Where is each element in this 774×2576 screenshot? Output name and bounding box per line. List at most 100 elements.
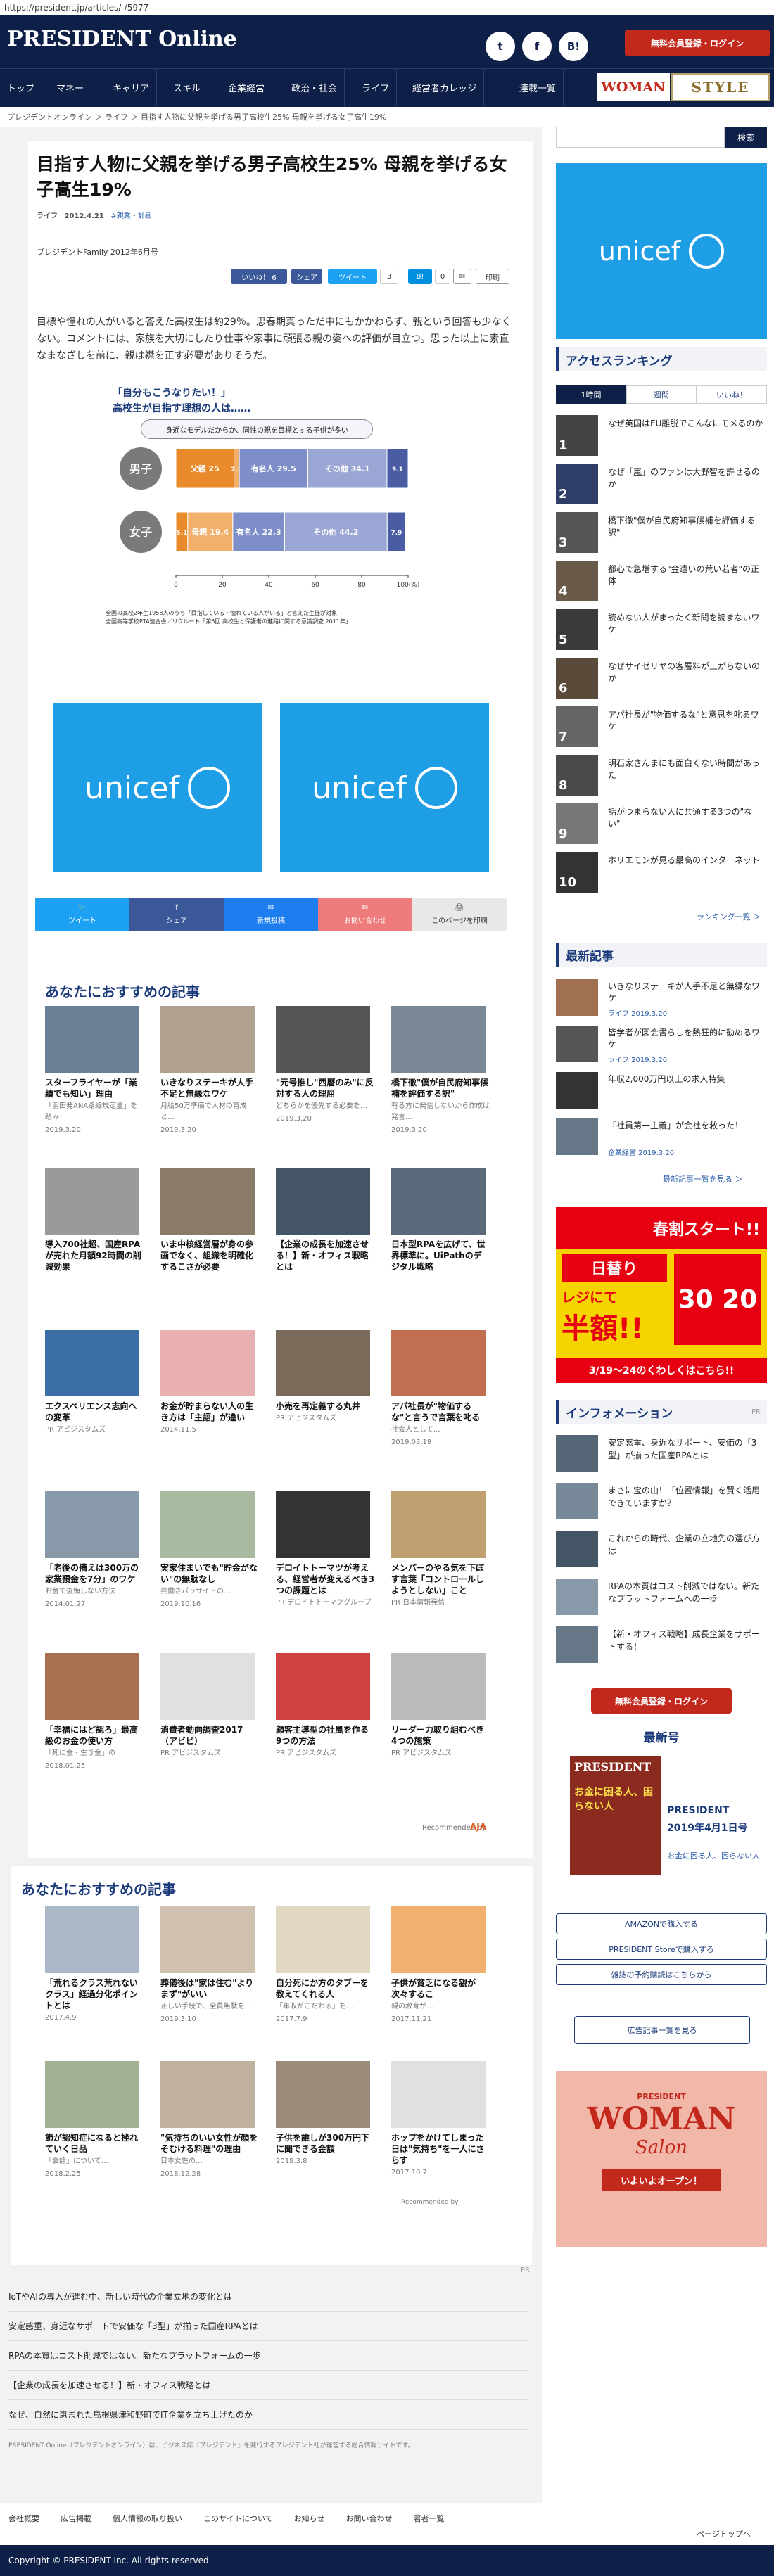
recommend-card[interactable]: 小売を再定義する丸井 PR アビジスタムズ: [276, 1330, 374, 1426]
url-bar[interactable]: https://president.jp/articles/-/5977: [0, 0, 774, 15]
recommend-card[interactable]: 子供を誰しが300万円下に聞できる金額 2018.3.8: [276, 2061, 374, 2167]
recommend-card[interactable]: 「幸福にはど認ろ」最高級のお金の使い方 「死に金・生き金」の 2018.01.25: [45, 1653, 144, 1772]
nav-item-skill[interactable]: スキル: [166, 68, 209, 107]
ranking-title[interactable]: 読めない人がまったく新聞を読まないワケ: [608, 612, 764, 636]
print-button[interactable]: 印刷: [476, 269, 509, 284]
recommend-card[interactable]: スターフライヤーが「業績でも知い」理由 「羽田発ANA路線規定量」を踏み 2019.…: [45, 1006, 144, 1136]
unicef-ad-1[interactable]: unicef: [53, 703, 262, 872]
card-title[interactable]: 日本型RPAを広げて、世界標準に。UiPathのデジタル戦略: [391, 1239, 490, 1273]
card-thumbnail[interactable]: [45, 2061, 139, 2128]
card-title[interactable]: アパ社長が"物価するな"と言うで言葉を叱る: [391, 1401, 490, 1423]
info-thumbnail[interactable]: [556, 1626, 598, 1663]
recommend-card[interactable]: 顧客主導型の社風を作る9つの方法 PR アビジスタムズ: [276, 1653, 374, 1761]
card-title[interactable]: 「荒れるクラス荒れないクラス」経過分化ポイントとは: [45, 1977, 144, 2011]
recommend-card[interactable]: 「老後の備えは300万の家業預金を7分」のワケ お金で後悔しない方法 2014.01…: [45, 1491, 144, 1610]
recommend-card[interactable]: 飾が認知症になると挫れていく日品 「会話」について… 2018.2.25: [45, 2061, 144, 2180]
recommend-card[interactable]: 導入700社超、国産RPAが売れた月額92時間の削減効果: [45, 1168, 144, 1274]
recommend-card[interactable]: デロイトトーマツが考える、経営者が変えるべき3つの課題とは PR デロイトトーマツ…: [276, 1491, 374, 1610]
card-title[interactable]: リーダー力取り組むべき4つの施策: [391, 1724, 490, 1747]
card-thumbnail[interactable]: [160, 1006, 255, 1073]
card-thumbnail[interactable]: [391, 2061, 486, 2128]
recommend-card[interactable]: お金が貯まらない人の生き方は「主語」が違い 2014.11.5: [160, 1330, 259, 1436]
nav-item-career[interactable]: キャリア: [106, 68, 158, 107]
card-thumbnail[interactable]: [45, 1006, 139, 1073]
hatena-button[interactable]: B!: [408, 269, 432, 284]
subscribe-button[interactable]: 雑誌の予約購読はこちらから: [556, 1964, 767, 1985]
card-thumbnail[interactable]: [276, 1330, 370, 1396]
unicef-ad-2[interactable]: unicef: [280, 703, 489, 872]
recommend-card[interactable]: 葬儀後は"家は住む"よりまず"がいい 正しい手続で、全員無駄を… 2019.3.10: [160, 1906, 259, 2025]
nav-item-top[interactable]: トップ: [0, 68, 43, 107]
new-article-title[interactable]: 「社員第一主義」が会社を救った！: [608, 1120, 764, 1132]
footer-nav-privacy[interactable]: 個人情報の取り扱い: [113, 2513, 182, 2524]
recommend-card[interactable]: "元号推し"西暦のみ"に反対する人の理屈 どちらかを優先する必要を… 2019.3.…: [276, 1006, 374, 1125]
ranking-title[interactable]: なぜ英国はEU離脱でこんなにモメるのか: [608, 418, 764, 430]
card-thumbnail[interactable]: [160, 1653, 255, 1720]
card-title[interactable]: 顧客主導型の社風を作る9つの方法: [276, 1724, 374, 1747]
ranking-item[interactable]: 10 ホリエモンが見る最高のインターネット: [556, 852, 767, 895]
card-thumbnail[interactable]: [276, 1491, 370, 1558]
ranking-item[interactable]: 1 なぜ英国はEU離脱でこんなにモメるのか: [556, 415, 767, 459]
nav-item-management[interactable]: 企業経営: [221, 68, 273, 107]
share-facebook-button[interactable]: f シェア: [129, 898, 224, 931]
site-logo[interactable]: PRESIDENT Online: [7, 27, 237, 51]
info-title[interactable]: まさに宝の山！「位置情報」を賢く活用できていますか？: [608, 1484, 764, 1510]
ranking-item[interactable]: 3 橋下徹"僕が自民府知事候補を評価する訳": [556, 512, 767, 556]
card-title[interactable]: お金が貯まらない人の生き方は「主語」が違い: [160, 1401, 259, 1423]
card-title[interactable]: 子供が貧乏になる親が次々するこ: [391, 1977, 490, 2000]
card-title[interactable]: いま中核経営層が身の参画でなく、組織を明確化するこさが必要: [160, 1239, 259, 1273]
card-thumbnail[interactable]: [391, 1006, 486, 1073]
footer-link-1[interactable]: IoTやAIの導入が進む中、新しい時代の企業立地の変化とは: [8, 2282, 529, 2312]
info-item[interactable]: 【新・オフィス戦略】成長企業をサポートする！: [556, 1626, 767, 1670]
nav-item-life[interactable]: ライフ: [355, 68, 398, 107]
hatena-icon[interactable]: B!: [559, 32, 588, 61]
info-thumbnail[interactable]: [556, 1531, 598, 1567]
card-title[interactable]: デロイトトーマツが考える、経営者が変えるべき3つの課題とは: [276, 1562, 374, 1596]
recommend-card[interactable]: エクスペリエンス志向への変革 PR アビジスタムズ: [45, 1330, 144, 1437]
ranking-tab-like[interactable]: いいね！: [697, 385, 767, 404]
info-item[interactable]: 安定感重、身近なサポート、安価の「3型」が揃った国産RPAとは: [556, 1435, 767, 1479]
new-article-thumbnail[interactable]: [556, 979, 598, 1016]
card-thumbnail[interactable]: [276, 1168, 370, 1235]
recommend-card[interactable]: "気持ちのいい女性が顔をそむける料理"の理由 日本女性の… 2018.12.28: [160, 2061, 259, 2180]
recommend-card[interactable]: 橋下徹"僕が自民府知事候補を評価する訳" 有る方に発信しないから作成は発言… 201…: [391, 1006, 490, 1136]
unicef-side-ad[interactable]: unicef: [556, 163, 767, 339]
new-article-thumbnail[interactable]: [556, 1026, 598, 1062]
card-title[interactable]: エクスペリエンス志向への変革: [45, 1401, 144, 1423]
card-thumbnail[interactable]: [160, 1168, 255, 1235]
nav-item-money[interactable]: マネー: [49, 68, 92, 107]
recommend-card[interactable]: 【企業の成長を加速させる！】新・オフィス戦略とは: [276, 1168, 374, 1274]
card-thumbnail[interactable]: [276, 2061, 370, 2128]
footer-nav-authors[interactable]: 著者一覧: [413, 2513, 444, 2524]
card-title[interactable]: メンバーのやる気を下ぼす言葉「コントロールしようとしない」こと: [391, 1562, 490, 1596]
mail-icon[interactable]: ✉: [453, 269, 471, 284]
ranking-title[interactable]: ホリエモンが見る最高のインターネット: [608, 855, 764, 867]
footer-link-3[interactable]: RPAの本質はコスト削減ではない。新たなプラットフォームの一歩: [8, 2341, 529, 2371]
woman-link[interactable]: WOMAN: [597, 73, 670, 101]
card-thumbnail[interactable]: [45, 1330, 139, 1396]
info-item[interactable]: まさに宝の山！「位置情報」を賢く活用できていますか？: [556, 1483, 767, 1526]
card-title[interactable]: 葬儀後は"家は住む"よりまず"がいい: [160, 1977, 259, 2000]
ranking-item[interactable]: 9 話がつまらない人に共通する3つの"ない": [556, 803, 767, 847]
card-thumbnail[interactable]: [160, 1906, 255, 1973]
card-title[interactable]: 「幸福にはど認ろ」最高級のお金の使い方: [45, 1724, 144, 1747]
footer-nav-company[interactable]: 会社概要: [8, 2513, 39, 2524]
share-messenger-button[interactable]: ✉ 新規投稿: [224, 898, 318, 931]
card-thumbnail[interactable]: [276, 1006, 370, 1073]
new-article-title[interactable]: 皆学者が図会書らしを熱狂的に勧めるワケ: [608, 1027, 764, 1051]
magazine-cover[interactable]: PRESIDENT お金に困る人、困らない人: [570, 1756, 661, 1875]
card-title[interactable]: 導入700社超、国産RPAが売れた月額92時間の削減効果: [45, 1239, 144, 1273]
recommend-card[interactable]: 「荒れるクラス荒れないクラス」経過分化ポイントとは 2017.4.9: [45, 1906, 144, 2024]
style-link[interactable]: STYLE: [671, 73, 770, 101]
ranking-title[interactable]: 都心で急増する"金遣いの荒い若者"の正体: [608, 563, 764, 587]
card-title[interactable]: 消費者動向調査2017（アビビ）: [160, 1724, 259, 1747]
ranking-title[interactable]: なぜ「嵐」のファンは大野智を許せるのか: [608, 466, 764, 490]
info-thumbnail[interactable]: [556, 1579, 598, 1615]
ad-list-button[interactable]: 広告記事一覧を見る: [574, 2016, 750, 2044]
recommend-card[interactable]: 日本型RPAを広げて、世界標準に。UiPathのデジタル戦略: [391, 1168, 490, 1274]
sale-banner-ad[interactable]: 春割スタート!! 日替り レジにて 半額!! 30 20 3/19〜24のくわし…: [556, 1207, 767, 1383]
share-print-button[interactable]: 🖨 このページを印刷: [412, 898, 507, 931]
card-thumbnail[interactable]: [391, 1491, 486, 1558]
card-thumbnail[interactable]: [45, 1906, 139, 1973]
article-category[interactable]: ライフ: [37, 212, 58, 220]
